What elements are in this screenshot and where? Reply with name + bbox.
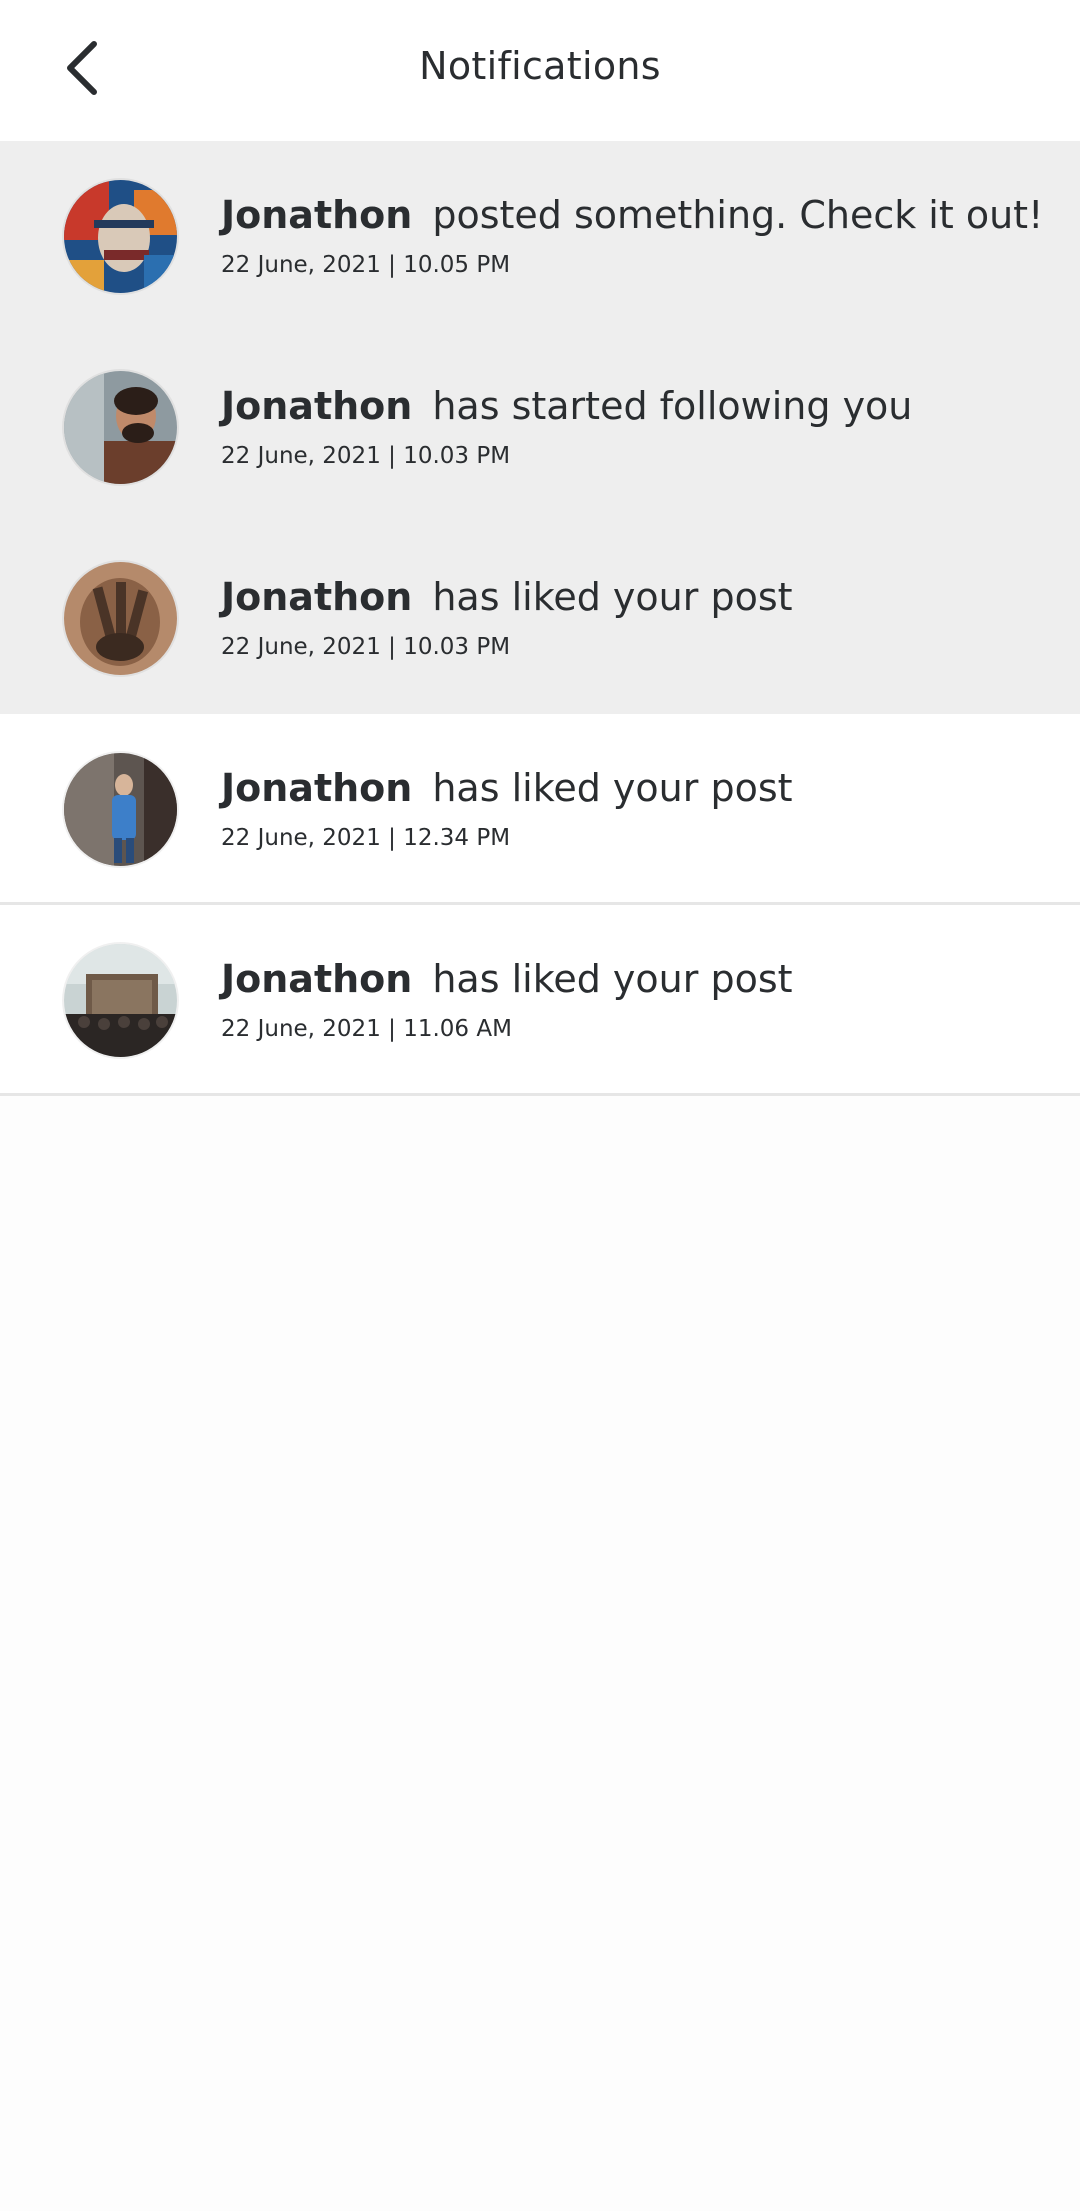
notification-message: Jonathon has liked your post (221, 575, 793, 619)
avatar[interactable] (64, 371, 177, 484)
notification-timestamp: 22 June, 2021 | 12.34 PM (221, 825, 511, 851)
avatar[interactable] (64, 753, 177, 866)
notification-item[interactable]: Jonathon has started following you 22 Jun… (0, 332, 1080, 523)
notification-message: Jonathon has liked your post (221, 766, 793, 810)
notification-text: has liked your post (432, 766, 793, 810)
notification-list: Jonathon posted something. Check it out! … (0, 141, 1080, 1096)
avatar[interactable] (64, 944, 177, 1057)
notification-timestamp: 22 June, 2021 | 10.05 PM (221, 252, 511, 278)
user-name[interactable]: Jonathon (221, 575, 412, 619)
user-name[interactable]: Jonathon (221, 193, 412, 237)
notification-text: posted something. Check it out! (432, 193, 1044, 237)
notification-item[interactable]: Jonathon posted something. Check it out! … (0, 141, 1080, 332)
notification-text: has liked your post (432, 575, 793, 619)
avatar[interactable] (64, 562, 177, 675)
notification-message: Jonathon posted something. Check it out! (221, 193, 1043, 237)
user-name[interactable]: Jonathon (221, 384, 412, 428)
notification-item[interactable]: Jonathon has liked your post 22 June, 202… (0, 714, 1080, 905)
notification-item[interactable]: Jonathon has liked your post 22 June, 202… (0, 905, 1080, 1096)
user-name[interactable]: Jonathon (221, 766, 412, 810)
app-header: Notifications (0, 0, 1080, 141)
notification-text: has started following you (432, 384, 913, 428)
notification-timestamp: 22 June, 2021 | 10.03 PM (221, 443, 511, 469)
notification-timestamp: 22 June, 2021 | 10.03 PM (221, 634, 511, 660)
notification-message: Jonathon has started following you (221, 384, 912, 428)
avatar[interactable] (64, 180, 177, 293)
notification-message: Jonathon has liked your post (221, 957, 793, 1001)
page-title: Notifications (419, 44, 661, 88)
notification-text: has liked your post (432, 957, 793, 1001)
user-name[interactable]: Jonathon (221, 957, 412, 1001)
notification-timestamp: 22 June, 2021 | 11.06 AM (221, 1016, 512, 1042)
notification-item[interactable]: Jonathon has liked your post 22 June, 202… (0, 523, 1080, 714)
